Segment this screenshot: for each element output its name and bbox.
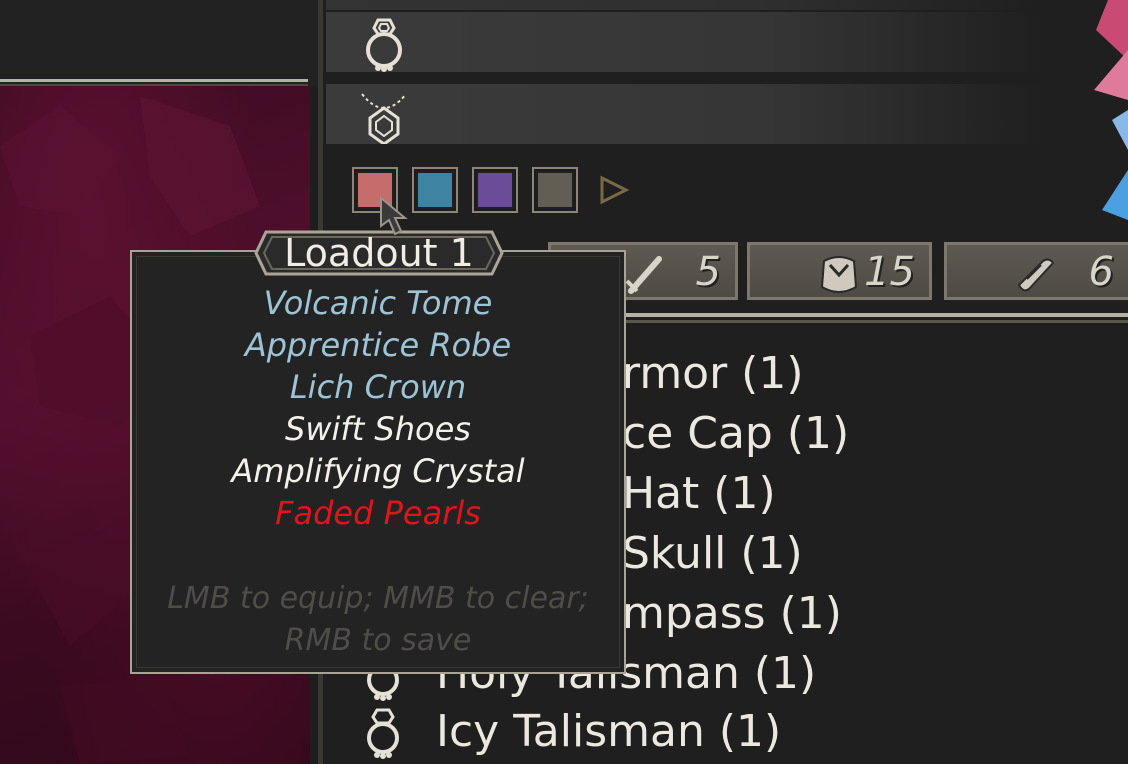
- top-left-panel: [0, 0, 318, 86]
- loadout-2-button[interactable]: [412, 167, 458, 213]
- scroll-icon: [1017, 258, 1055, 292]
- tooltip-item-list: Volcanic Tome Apprentice Robe Lich Crown…: [130, 282, 626, 534]
- equipment-slot-necklace[interactable]: [326, 84, 1046, 144]
- tooltip-item: Apprentice Robe: [244, 326, 512, 364]
- list-item[interactable]: Skull (1): [622, 528, 803, 584]
- stat-magic: 6: [944, 242, 1128, 300]
- stat-defense: 15: [747, 242, 932, 300]
- list-item[interactable]: ce Cap (1): [622, 408, 849, 464]
- frame-divider: [0, 79, 308, 82]
- tooltip-item: Amplifying Crystal: [231, 452, 525, 490]
- tooltip-item: Lich Crown: [289, 368, 467, 406]
- tooltip-hint-line1: LMB to equip; MMB to clear;: [167, 581, 589, 616]
- equipment-slot-ring[interactable]: [326, 12, 1046, 72]
- equipment-slot-partial[interactable]: [326, 0, 1046, 10]
- tooltip-item: Swift Shoes: [285, 410, 471, 448]
- loadout-3-button[interactable]: [472, 167, 518, 213]
- list-item[interactable]: Hat (1): [622, 468, 776, 524]
- mouse-cursor-icon: [380, 196, 408, 236]
- loadout-3-swatch: [478, 173, 512, 207]
- list-item[interactable]: mpass (1): [622, 588, 842, 644]
- loadout-4-button[interactable]: [532, 167, 578, 213]
- stat-attack-value: 5: [695, 249, 721, 295]
- tooltip-item: Volcanic Tome: [263, 284, 493, 322]
- stat-magic-value: 6: [1088, 249, 1114, 295]
- ring-icon: [366, 18, 402, 72]
- loadout-4-swatch: [538, 173, 572, 207]
- sword-icon: [625, 256, 662, 294]
- stat-defense-value: 15: [864, 249, 915, 295]
- tooltip-item-missing: Faded Pearls: [275, 494, 481, 532]
- tooltip-hint-line2: RMB to save: [284, 623, 472, 658]
- list-item-icy-talisman[interactable]: Icy Talisman (1): [436, 706, 781, 762]
- loadout-2-swatch: [418, 173, 452, 207]
- list-item[interactable]: rmor (1): [622, 348, 804, 404]
- necklace-icon: [361, 93, 407, 144]
- tooltip-hint: LMB to equip; MMB to clear; RMB to save: [130, 578, 626, 662]
- armor-icon: [820, 256, 858, 293]
- crystal-decoration: [1094, 0, 1128, 220]
- play-arrow-icon[interactable]: [598, 175, 630, 205]
- ring-icon: [367, 708, 399, 759]
